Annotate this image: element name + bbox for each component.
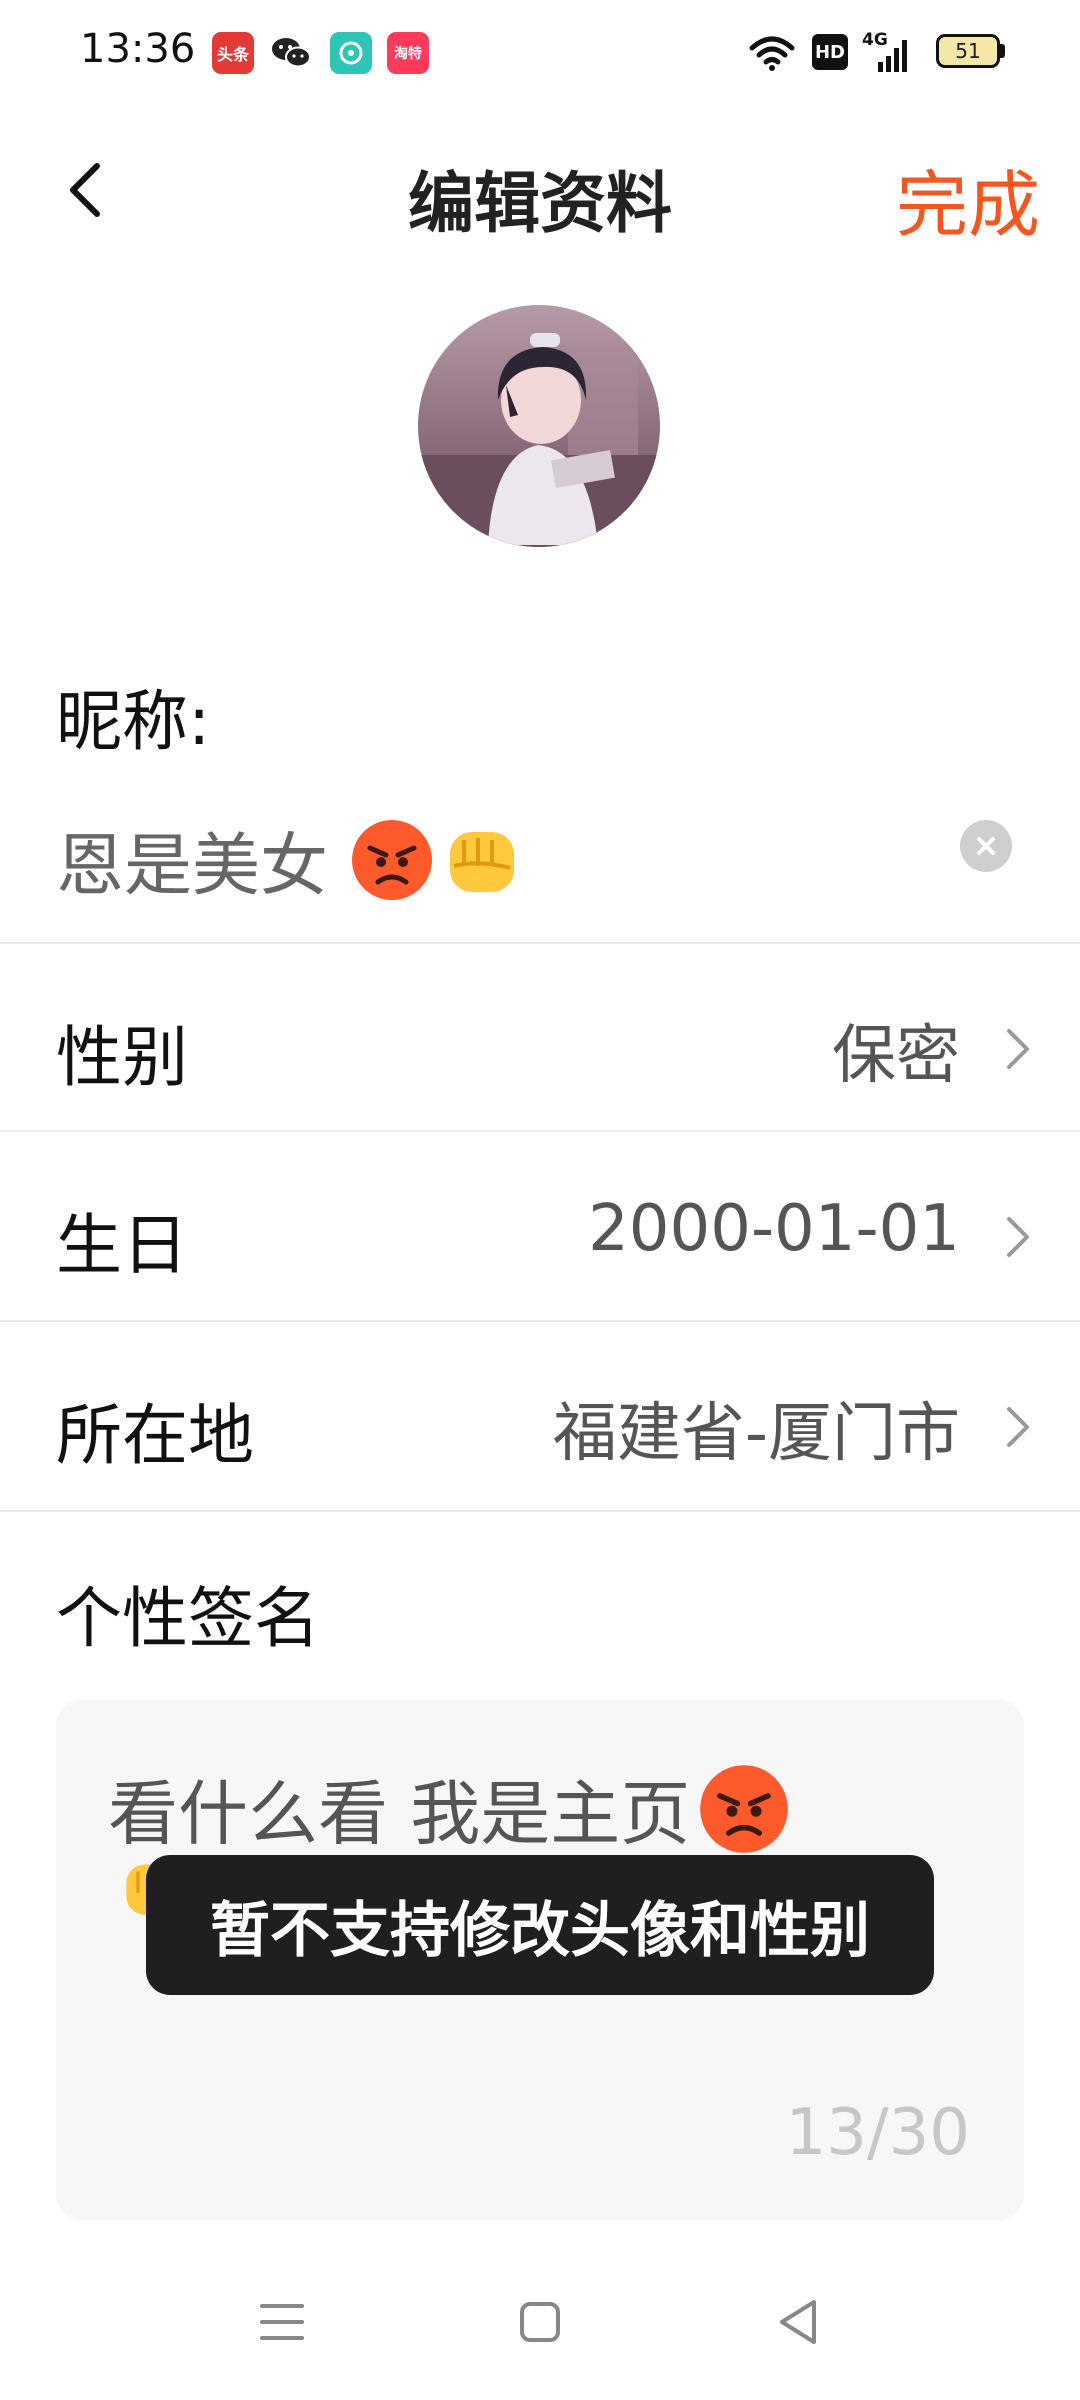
row-gender[interactable]: 性别 保密: [0, 944, 1080, 1130]
nickname-label: 昵称:: [56, 683, 211, 760]
wechat-icon: [270, 32, 312, 74]
header: 编辑资料 完成: [0, 110, 1080, 270]
status-bar: 13:36 头条 淘特 HD 4G 51: [0, 0, 1080, 110]
signature-text: 看什么看 我是主页: [108, 1773, 691, 1855]
toast-text: 暂不支持修改头像和性别: [210, 1895, 870, 1966]
home-icon[interactable]: [516, 2298, 564, 2346]
toast-message: 暂不支持修改头像和性别: [146, 1855, 934, 1995]
navigation-bar: [0, 2260, 1080, 2400]
location-label: 所在地: [56, 1397, 254, 1474]
row-birthday[interactable]: 生日 2000-01-01: [0, 1132, 1080, 1318]
fist-emoji-icon: [450, 831, 515, 892]
battery-tip: [1000, 44, 1005, 58]
avatar-image: [418, 305, 660, 547]
wifi-icon: [748, 34, 796, 76]
music-app-icon: [330, 32, 372, 74]
menu-icon[interactable]: [258, 2298, 306, 2346]
birthday-value: 2000-01-01: [588, 1192, 960, 1266]
divider: [0, 1510, 1080, 1512]
taote-icon-label: 淘特: [394, 46, 422, 62]
battery-level: 51: [955, 39, 981, 63]
avatar[interactable]: [418, 305, 660, 547]
taote-icon: 淘特: [387, 32, 429, 74]
done-button[interactable]: 完成: [896, 146, 1040, 251]
chevron-right-icon: [1007, 1407, 1029, 1447]
chevron-right-icon: [1007, 1217, 1029, 1257]
toutiao-icon-label: 头条: [216, 45, 249, 64]
signature-label: 个性签名: [56, 1580, 320, 1657]
gender-value: 保密: [832, 1019, 960, 1093]
clear-input-button[interactable]: [960, 820, 1012, 872]
nickname-text: 恩是美女: [56, 827, 329, 906]
signal-icon: 4G: [862, 30, 910, 74]
angry-face-emoji-icon: [352, 819, 433, 900]
birthday-label: 生日: [56, 1207, 188, 1284]
status-time: 13:36: [80, 26, 196, 72]
signature-counter: 13/30: [785, 2096, 970, 2170]
angry-face-emoji-icon: [700, 1764, 789, 1853]
location-value: 福建省-厦门市: [552, 1397, 960, 1471]
hd-label: HD: [814, 41, 845, 63]
signature-text-wrap: 看什么看 我是主页: [108, 1758, 790, 1859]
battery-icon: 51: [936, 34, 1000, 68]
nickname-input[interactable]: 恩是美女: [56, 810, 524, 909]
row-location[interactable]: 所在地 福建省-厦门市: [0, 1322, 1080, 1508]
gender-label: 性别: [56, 1019, 188, 1096]
hd-icon: HD: [812, 34, 848, 70]
back-nav-icon[interactable]: [774, 2296, 822, 2348]
chevron-right-icon: [1007, 1029, 1029, 1069]
toutiao-icon: 头条: [212, 32, 254, 74]
close-icon: [977, 837, 995, 855]
